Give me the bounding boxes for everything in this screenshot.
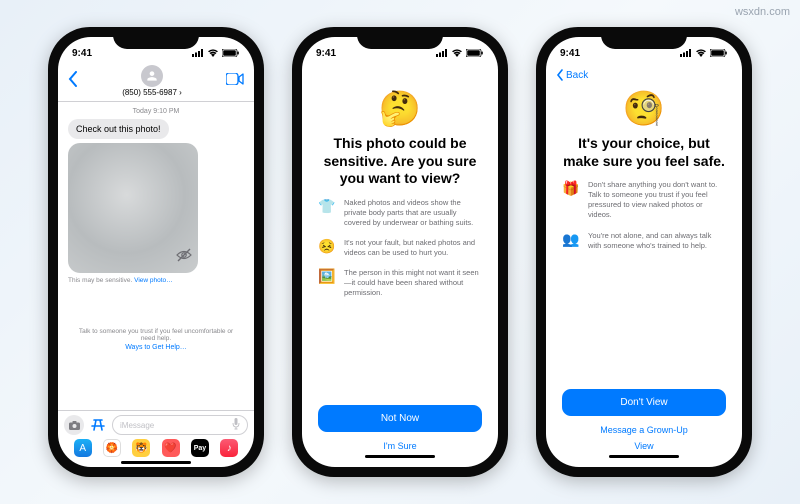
- battery-icon: [466, 49, 484, 57]
- title: It's your choice, but make sure you feel…: [562, 135, 726, 170]
- battery-icon: [710, 49, 728, 57]
- signal-icon: [680, 49, 692, 57]
- im-sure-link[interactable]: I'm Sure: [318, 438, 482, 454]
- stickers-icon[interactable]: ❤️: [162, 439, 180, 457]
- notch: [113, 27, 199, 49]
- sad-face-icon: 😣: [318, 238, 336, 255]
- phone-warning-1: 9:41 🤔 This photo could be sensitive. Ar…: [292, 27, 508, 477]
- wifi-icon: [207, 49, 219, 57]
- avatar: [141, 65, 163, 87]
- phone-messages: 9:41 (850) 555-6987 › Today 9:10 PM Chec…: [48, 27, 264, 477]
- message-grownup-link[interactable]: Message a Grown-Up: [562, 422, 726, 438]
- battery-icon: [222, 49, 240, 57]
- wifi-icon: [695, 49, 707, 57]
- monocle-face-icon: 🧐: [623, 89, 665, 129]
- list-item-text: You're not alone, and can always talk wi…: [588, 231, 726, 251]
- app-store-button[interactable]: [89, 417, 107, 433]
- view-photo-link[interactable]: View photo…: [134, 277, 173, 284]
- signal-icon: [192, 49, 204, 57]
- watermark: wsxdn.com: [735, 6, 790, 18]
- mic-icon[interactable]: [232, 418, 240, 432]
- screen-messages: 9:41 (850) 555-6987 › Today 9:10 PM Chec…: [58, 37, 254, 467]
- list-item: 😣 It's not your fault, but naked photos …: [318, 238, 482, 258]
- camera-button[interactable]: [64, 415, 84, 435]
- blurred-photo[interactable]: [68, 143, 198, 273]
- app-store-icon[interactable]: A: [74, 439, 92, 457]
- timestamp: Today 9:10 PM: [68, 108, 244, 115]
- underwear-icon: 👕: [318, 198, 336, 215]
- messages-header: (850) 555-6987 ›: [58, 65, 254, 102]
- messages-thread[interactable]: Today 9:10 PM Check out this photo! This…: [58, 102, 254, 410]
- onboarding-body: 🤔 This photo could be sensitive. Are you…: [302, 83, 498, 405]
- nav-bar: [302, 65, 498, 83]
- wifi-icon: [451, 49, 463, 57]
- photos-app-icon[interactable]: 🏵️: [103, 439, 121, 457]
- not-now-button[interactable]: Not Now: [318, 405, 482, 432]
- list-item: 👥 You're not alone, and can always talk …: [562, 231, 726, 251]
- reason-list: 🎁 Don't share anything you don't want to…: [562, 180, 726, 261]
- list-item-text: Naked photos and videos show the private…: [344, 198, 482, 228]
- compose-input[interactable]: iMessage: [112, 415, 248, 435]
- people-icon: 👥: [562, 231, 580, 248]
- onboarding-footer: Don't View Message a Grown-Up View: [546, 389, 742, 467]
- back-button[interactable]: Back: [556, 69, 588, 81]
- home-indicator[interactable]: [365, 455, 435, 458]
- contact-name: (850) 555-6987 ›: [78, 88, 226, 97]
- title: This photo could be sensitive. Are you s…: [318, 135, 482, 188]
- view-link[interactable]: View: [562, 438, 726, 454]
- thinking-face-icon: 🤔: [379, 89, 421, 129]
- compose-area: iMessage A 🏵️ 🐯 ❤️ Pay ♪: [58, 410, 254, 467]
- list-item-text: Don't share anything you don't want to. …: [588, 180, 726, 221]
- list-item: 👕 Naked photos and videos show the priva…: [318, 198, 482, 228]
- help-link[interactable]: Ways to Get Help…: [68, 344, 244, 351]
- dont-view-button[interactable]: Don't View: [562, 389, 726, 416]
- status-icons: [192, 49, 240, 57]
- onboarding-footer: Not Now I'm Sure: [302, 405, 498, 467]
- list-item: 🖼️ The person in this might not want it …: [318, 268, 482, 298]
- signal-icon: [436, 49, 448, 57]
- picture-icon: 🖼️: [318, 268, 336, 285]
- compose-placeholder: iMessage: [120, 421, 154, 430]
- phone-warning-2: 9:41 Back 🧐 It's your choice, but make s…: [536, 27, 752, 477]
- screen-warning-1: 9:41 🤔 This photo could be sensitive. Ar…: [302, 37, 498, 467]
- home-indicator[interactable]: [121, 461, 191, 464]
- reason-list: 👕 Naked photos and videos show the priva…: [318, 198, 482, 309]
- memoji-icon[interactable]: 🐯: [132, 439, 150, 457]
- music-icon[interactable]: ♪: [220, 439, 238, 457]
- status-time: 9:41: [72, 48, 92, 59]
- eye-slash-icon: [176, 248, 192, 267]
- status-icons: [680, 49, 728, 57]
- gift-icon: 🎁: [562, 180, 580, 197]
- app-strip[interactable]: A 🏵️ 🐯 ❤️ Pay ♪: [64, 435, 248, 460]
- notch: [601, 27, 687, 49]
- list-item: 🎁 Don't share anything you don't want to…: [562, 180, 726, 221]
- contact-header[interactable]: (850) 555-6987 ›: [78, 65, 226, 97]
- status-time: 9:41: [560, 48, 580, 59]
- list-item-text: It's not your fault, but naked photos an…: [344, 238, 482, 258]
- status-icons: [436, 49, 484, 57]
- onboarding-body: 🧐 It's your choice, but make sure you fe…: [546, 83, 742, 389]
- screen-warning-2: 9:41 Back 🧐 It's your choice, but make s…: [546, 37, 742, 467]
- sensitive-caption: This may be sensitive. View photo…: [68, 277, 244, 284]
- facetime-icon[interactable]: [226, 72, 244, 90]
- back-chevron-icon[interactable]: [68, 71, 78, 92]
- status-time: 9:41: [316, 48, 336, 59]
- help-text: Talk to someone you trust if you feel un…: [68, 328, 244, 342]
- apple-pay-icon[interactable]: Pay: [191, 439, 209, 457]
- home-indicator[interactable]: [609, 455, 679, 458]
- message-bubble[interactable]: Check out this photo!: [68, 119, 169, 139]
- notch: [357, 27, 443, 49]
- list-item-text: The person in this might not want it see…: [344, 268, 482, 298]
- nav-bar: Back: [546, 65, 742, 83]
